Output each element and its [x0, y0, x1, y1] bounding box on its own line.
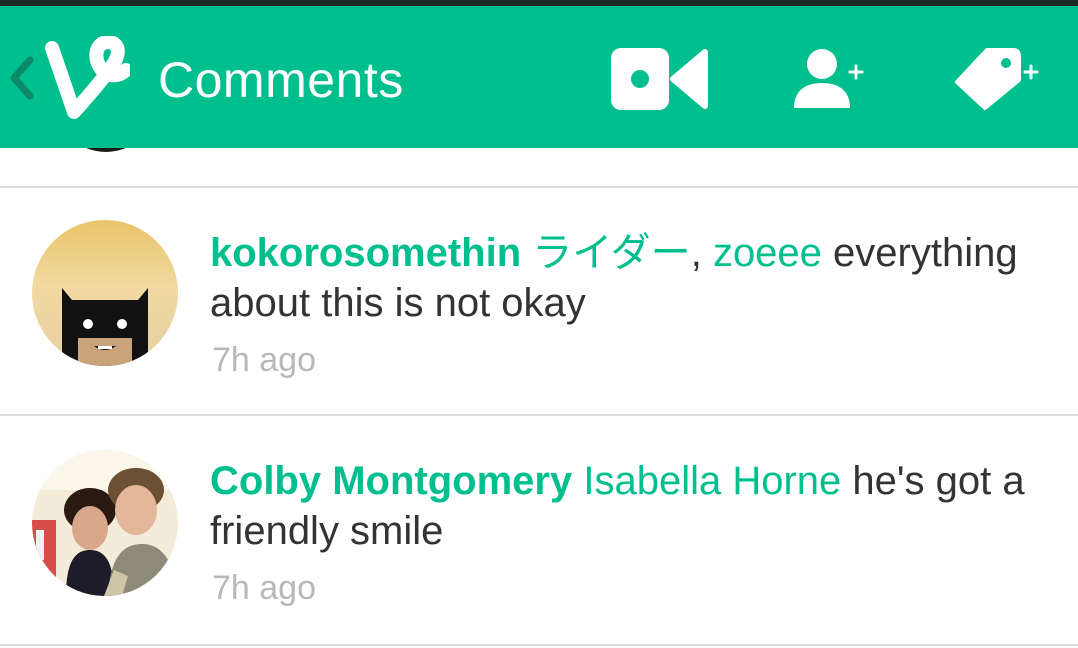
divider	[0, 644, 1078, 646]
add-tag-icon	[953, 47, 1039, 115]
page-title: Comments	[158, 52, 404, 108]
avatar[interactable]	[32, 220, 178, 366]
mention-link[interactable]: ライダー	[532, 231, 690, 275]
comment-text: kokorosomethin ライダー, zoeee everything ab…	[210, 228, 1060, 328]
comment-author-link[interactable]: Colby Montgomery	[210, 459, 572, 503]
add-user-button[interactable]	[784, 36, 874, 126]
previous-comment-edge	[0, 148, 1078, 186]
add-user-icon	[794, 48, 864, 115]
avatar[interactable]	[32, 450, 178, 596]
add-tag-button[interactable]	[946, 36, 1046, 126]
record-video-button[interactable]	[600, 36, 720, 126]
video-camera-icon	[611, 47, 709, 115]
app-bar: Comments	[0, 6, 1078, 148]
mention-link[interactable]: Isabella Horne	[583, 459, 841, 503]
comment-item: kokorosomethin ライダー, zoeee everything ab…	[0, 188, 1078, 416]
comment-item: Colby Montgomery Isabella Horne he's got…	[0, 416, 1078, 644]
comment-text: Colby Montgomery Isabella Horne he's got…	[210, 456, 1060, 556]
mention-link[interactable]: zoeee	[713, 231, 822, 275]
comment-separator: ,	[690, 231, 702, 275]
comment-author-link[interactable]: kokorosomethin	[210, 231, 521, 275]
avatar	[50, 148, 162, 152]
comment-timestamp: 7h ago	[212, 569, 316, 607]
comment-timestamp: 7h ago	[212, 341, 316, 379]
vine-logo-icon[interactable]	[44, 35, 133, 126]
chevron-left-icon[interactable]	[8, 56, 36, 100]
